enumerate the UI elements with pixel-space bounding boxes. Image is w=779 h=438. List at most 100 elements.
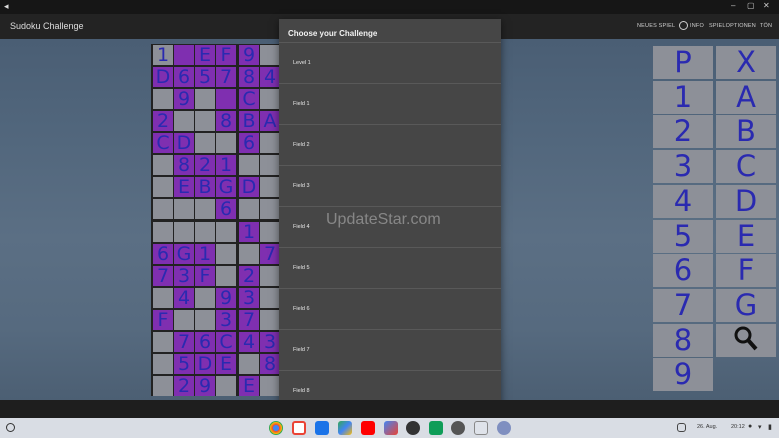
app-icon[interactable] <box>474 421 488 435</box>
photos-icon[interactable] <box>384 421 398 435</box>
grid-cell[interactable]: C <box>239 89 259 109</box>
date-label[interactable]: 26. Aug. <box>697 424 717 430</box>
gmail-icon[interactable] <box>292 421 306 435</box>
grid-cell[interactable] <box>260 222 280 242</box>
maximize-icon[interactable]: ▢ <box>747 1 755 10</box>
chrome-icon[interactable] <box>269 421 283 435</box>
settings-icon[interactable] <box>451 421 465 435</box>
challenge-option[interactable]: Level 1 <box>279 42 501 83</box>
grid-cell[interactable] <box>174 111 194 131</box>
challenge-option[interactable]: Field 3 <box>279 165 501 206</box>
grid-cell[interactable] <box>153 376 173 396</box>
clipboard-icon[interactable] <box>677 423 686 432</box>
sudoku-app-icon[interactable] <box>497 421 511 435</box>
grid-cell[interactable]: E <box>174 177 194 197</box>
keypad-key[interactable]: E <box>716 219 776 253</box>
info-button[interactable]: INFO <box>690 23 704 29</box>
grid-cell[interactable]: D <box>174 133 194 153</box>
grid-cell[interactable]: 7 <box>260 244 280 264</box>
challenge-option[interactable]: Field 7 <box>279 329 501 370</box>
grid-cell[interactable] <box>260 288 280 308</box>
grid-cell[interactable] <box>260 89 280 109</box>
keypad-key[interactable]: 8 <box>653 323 713 357</box>
keypad-key[interactable]: F <box>716 254 776 288</box>
grid-cell[interactable]: 8 <box>216 111 236 131</box>
terminal-icon[interactable] <box>406 421 420 435</box>
grid-cell[interactable] <box>239 244 259 264</box>
grid-cell[interactable] <box>153 199 173 219</box>
grid-cell[interactable]: 3 <box>239 288 259 308</box>
grid-cell[interactable] <box>216 244 236 264</box>
grid-cell[interactable] <box>195 133 215 153</box>
grid-cell[interactable] <box>216 89 236 109</box>
grid-cell[interactable]: 2 <box>174 376 194 396</box>
grid-cell[interactable]: 3 <box>216 310 236 330</box>
grid-cell[interactable]: F <box>153 310 173 330</box>
grid-cell[interactable] <box>153 155 173 175</box>
challenge-option[interactable]: Field 2 <box>279 124 501 165</box>
grid-cell[interactable] <box>174 310 194 330</box>
grid-cell[interactable] <box>174 199 194 219</box>
grid-cell[interactable]: 5 <box>174 354 194 374</box>
keypad-key[interactable]: X <box>716 46 776 79</box>
keypad-key[interactable]: C <box>716 150 776 184</box>
grid-cell[interactable]: G <box>216 177 236 197</box>
grid-cell[interactable]: 6 <box>195 332 215 352</box>
grid-cell[interactable]: 2 <box>239 266 259 286</box>
grid-cell[interactable]: 7 <box>239 310 259 330</box>
keypad-key[interactable]: 7 <box>653 288 713 322</box>
grid-cell[interactable]: 9 <box>216 288 236 308</box>
grid-cell[interactable]: 6 <box>153 244 173 264</box>
battery-icon[interactable]: ▮ <box>768 423 772 431</box>
grid-cell[interactable]: 9 <box>239 45 259 65</box>
grid-cell[interactable] <box>195 222 215 242</box>
keypad-key[interactable]: 5 <box>653 219 713 253</box>
clock-label[interactable]: 20:12 <box>731 424 745 430</box>
grid-cell[interactable]: 9 <box>174 89 194 109</box>
grid-cell[interactable] <box>260 155 280 175</box>
grid-cell[interactable]: 6 <box>216 199 236 219</box>
grid-cell[interactable] <box>195 89 215 109</box>
sound-button[interactable]: TÖN <box>760 23 772 29</box>
back-arrow-icon[interactable]: ◂ <box>4 1 9 12</box>
grid-cell[interactable]: 3 <box>260 332 280 352</box>
grid-cell[interactable] <box>195 199 215 219</box>
keypad-key[interactable]: P <box>653 46 713 79</box>
grid-cell[interactable]: A <box>260 111 280 131</box>
grid-cell[interactable] <box>153 177 173 197</box>
grid-cell[interactable] <box>260 199 280 219</box>
grid-cell[interactable]: F <box>195 266 215 286</box>
challenge-option[interactable]: Field 1 <box>279 83 501 124</box>
grid-cell[interactable] <box>239 155 259 175</box>
grid-cell[interactable] <box>195 310 215 330</box>
grid-cell[interactable]: 7 <box>153 266 173 286</box>
magnifier-icon[interactable] <box>716 323 776 357</box>
grid-cell[interactable]: 8 <box>174 155 194 175</box>
grid-cell[interactable] <box>153 89 173 109</box>
keypad-key[interactable]: A <box>716 80 776 114</box>
grid-cell[interactable] <box>195 288 215 308</box>
grid-cell[interactable]: 3 <box>174 266 194 286</box>
keypad-key[interactable]: 2 <box>653 115 713 149</box>
grid-cell[interactable]: 4 <box>260 67 280 87</box>
grid-cell[interactable] <box>153 354 173 374</box>
grid-cell[interactable]: 9 <box>195 376 215 396</box>
grid-cell[interactable]: 2 <box>195 155 215 175</box>
grid-cell[interactable] <box>153 288 173 308</box>
grid-cell[interactable]: 6 <box>239 133 259 153</box>
keypad-key[interactable]: G <box>716 288 776 322</box>
grid-cell[interactable] <box>260 133 280 153</box>
grid-cell[interactable]: C <box>153 133 173 153</box>
challenge-option[interactable]: Field 5 <box>279 247 501 288</box>
challenge-option[interactable]: Field 6 <box>279 288 501 329</box>
close-icon[interactable]: ✕ <box>763 1 770 10</box>
grid-cell[interactable]: D <box>239 177 259 197</box>
grid-cell[interactable]: 1 <box>195 244 215 264</box>
grid-cell[interactable]: 7 <box>216 67 236 87</box>
grid-cell[interactable] <box>216 133 236 153</box>
grid-cell[interactable]: 1 <box>216 155 236 175</box>
grid-cell[interactable]: E <box>216 354 236 374</box>
grid-cell[interactable] <box>239 199 259 219</box>
info-icon[interactable] <box>679 21 688 30</box>
options-button[interactable]: SPIELOPTIONEN <box>709 23 756 29</box>
